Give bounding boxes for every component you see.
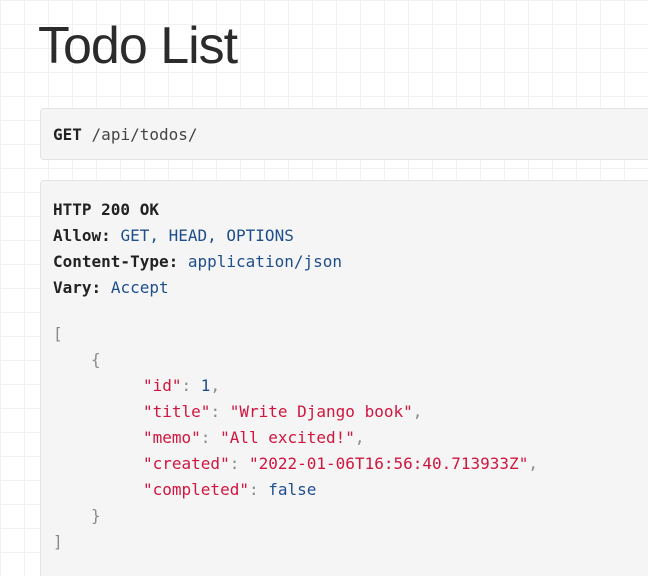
- json-value: "2022-01-06T16:56:40.713933Z": [248, 454, 529, 473]
- header-key: Content-Type:: [53, 252, 179, 271]
- response-status: HTTP 200 OK: [53, 200, 159, 219]
- json-key: "memo": [143, 428, 201, 447]
- request-line: GET /api/todos/: [40, 108, 648, 160]
- response-header-content-type: Content-Type: application/json: [53, 249, 648, 275]
- json-value: 1: [200, 376, 211, 395]
- request-path[interactable]: /api/todos/: [92, 125, 198, 144]
- json-key: "completed": [143, 480, 249, 499]
- json-value: false: [268, 480, 317, 499]
- json-field-created: "created": "2022-01-06T16:56:40.713933Z"…: [143, 454, 538, 473]
- json-value: "All excited!": [220, 428, 355, 447]
- response-panel: HTTP 200 OK Allow: GET, HEAD, OPTIONS Co…: [40, 180, 648, 576]
- json-field-memo: "memo": "All excited!",: [143, 428, 365, 447]
- json-close-brace: }: [91, 506, 101, 525]
- header-value: application/json: [187, 252, 342, 271]
- json-close-bracket: ]: [53, 532, 63, 551]
- json-field-completed: "completed": false: [143, 480, 317, 499]
- json-key: "created": [143, 454, 230, 473]
- header-value: GET, HEAD, OPTIONS: [120, 226, 294, 245]
- header-value: Accept: [110, 278, 169, 297]
- json-open-bracket: [: [53, 324, 63, 343]
- json-key: "title": [143, 402, 211, 421]
- json-field-id: "id": 1,: [143, 376, 221, 395]
- header-key: Vary:: [53, 278, 102, 297]
- header-key: Allow:: [53, 226, 111, 245]
- json-open-brace: {: [91, 350, 101, 369]
- page-title: Todo List: [38, 17, 238, 75]
- json-value: "Write Django book": [229, 402, 413, 421]
- json-field-title: "title": "Write Django book",: [143, 402, 423, 421]
- response-header-vary: Vary: Accept: [53, 275, 648, 301]
- response-header-allow: Allow: GET, HEAD, OPTIONS: [53, 223, 648, 249]
- request-method: GET: [53, 125, 82, 144]
- json-key: "id": [143, 376, 182, 395]
